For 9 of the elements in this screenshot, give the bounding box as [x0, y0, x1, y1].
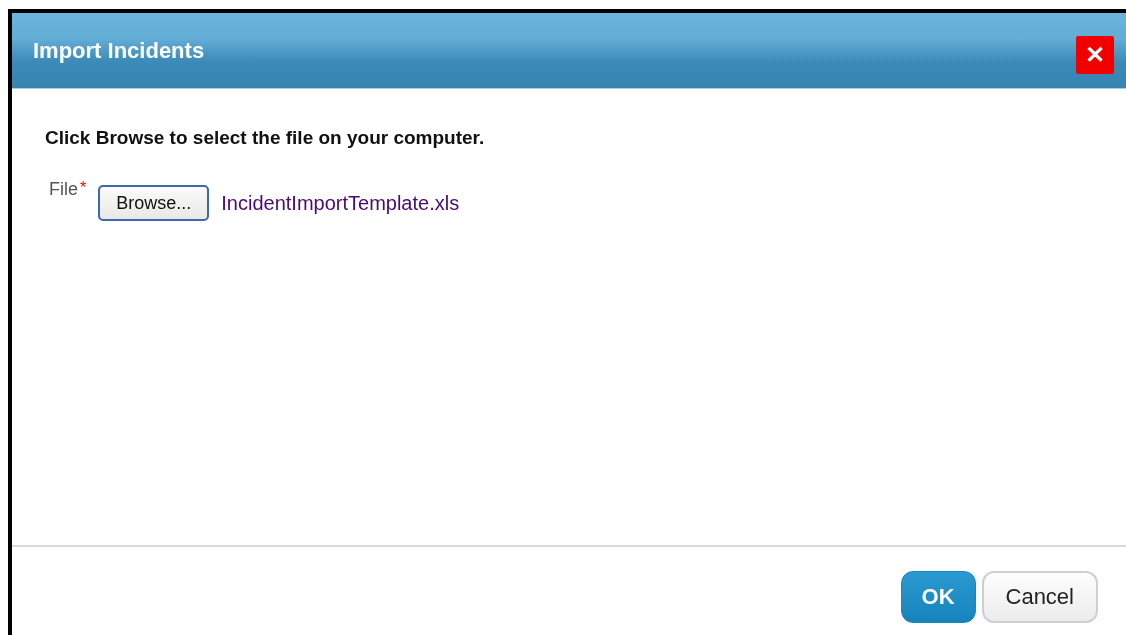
instruction-text: Click Browse to select the file on your computer. [45, 127, 486, 149]
browse-button[interactable]: Browse... [98, 185, 210, 221]
file-name: IncidentImportTemplate.xls [221, 191, 460, 215]
field-label: File [49, 179, 78, 200]
dialog-title: Import Incidents [33, 37, 205, 64]
cancel-button[interactable]: Cancel [981, 571, 1098, 623]
close-button[interactable]: ✕ [1076, 35, 1114, 74]
required-mark: * [80, 179, 87, 198]
ok-button[interactable]: OK [900, 571, 976, 623]
